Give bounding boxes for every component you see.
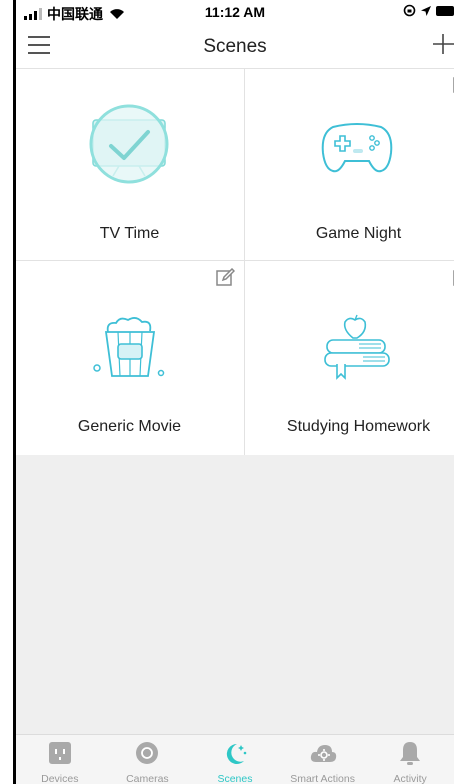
tab-label: Smart Actions [290, 773, 355, 784]
grid-divider-horizontal [16, 260, 454, 261]
status-indicators [403, 4, 454, 17]
empty-area [16, 455, 454, 734]
scene-card-tv-time[interactable]: TV Time [16, 69, 243, 261]
page-title: Scenes [203, 36, 267, 57]
scene-label: Game Night [315, 225, 402, 242]
status-bar: 中国联通 11:12 AM [16, 0, 454, 24]
tab-scenes[interactable]: Scenes [191, 735, 279, 784]
tab-label: Scenes [217, 773, 253, 784]
scene-card-studying-homework[interactable]: Studying Homework [245, 262, 454, 454]
scenes-grid: TV Time Game Night Generic Movie Studyin… [16, 69, 454, 455]
orientation-lock-icon [403, 4, 416, 17]
scene-card-generic-movie[interactable]: Generic Movie [16, 262, 243, 454]
edit-icon[interactable] [215, 268, 235, 288]
nav-bar: Scenes [16, 24, 454, 69]
cloud-gear-icon [310, 745, 336, 762]
battery-icon [436, 5, 454, 16]
grid-divider-vertical [244, 69, 245, 455]
tab-label: Cameras [126, 773, 169, 784]
bell-icon [400, 742, 421, 765]
gamepad-icon [321, 123, 393, 173]
tab-devices[interactable]: Devices [16, 735, 104, 784]
tab-cameras[interactable]: Cameras [104, 735, 192, 784]
books-apple-icon [324, 314, 390, 380]
moon-stars-icon [226, 743, 247, 764]
tab-smart-actions[interactable]: Smart Actions [279, 735, 367, 784]
tv-check-icon [89, 104, 169, 184]
tab-bar: Devices Cameras Scenes Smart Actions Act… [16, 734, 454, 784]
tab-label: Devices [41, 773, 79, 784]
tab-label: Activity [393, 773, 427, 784]
location-icon [421, 5, 431, 16]
camera-icon [136, 742, 159, 764]
scene-label: TV Time [99, 225, 160, 242]
tab-activity[interactable]: Activity [366, 735, 454, 784]
popcorn-icon [93, 317, 165, 377]
status-time: 11:12 AM [204, 4, 266, 20]
scene-label: Generic Movie [77, 418, 182, 435]
scene-label: Studying Homework [286, 418, 431, 435]
add-scene-button[interactable] [432, 32, 454, 56]
scene-card-game-night[interactable]: Game Night [245, 69, 454, 261]
phone-screen: 中国联通 11:12 AM Scenes TV Time Game Night … [0, 0, 454, 784]
outlet-icon [48, 742, 71, 764]
